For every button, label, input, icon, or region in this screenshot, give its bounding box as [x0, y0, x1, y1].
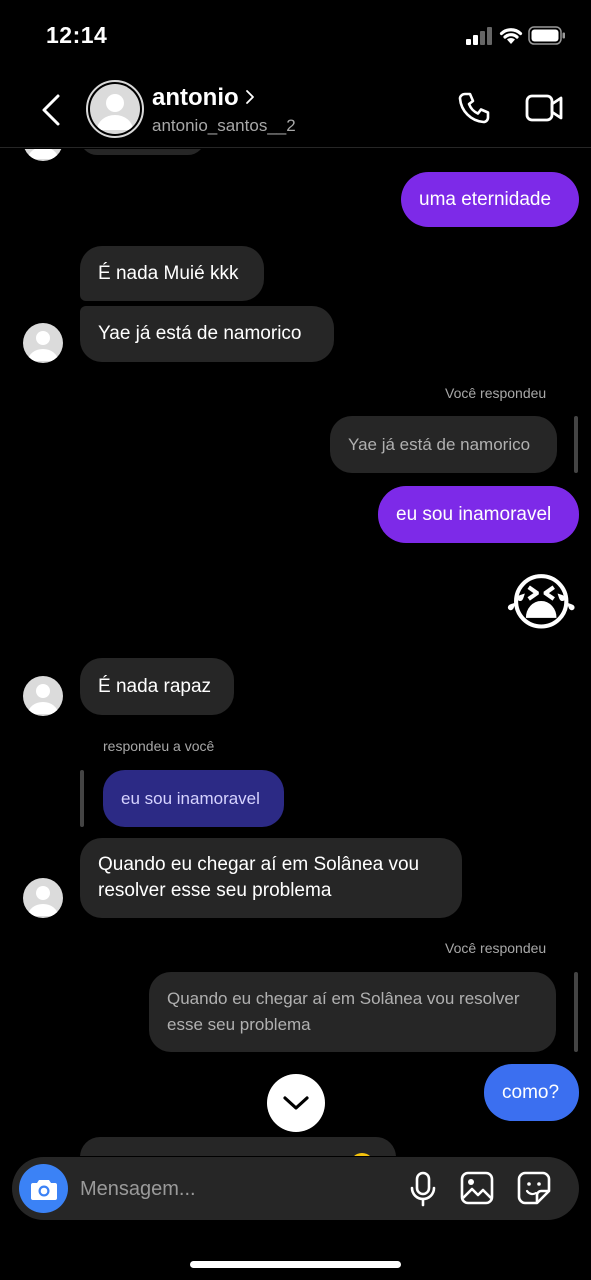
status-time: 12:14	[46, 22, 108, 48]
contact-avatar-small[interactable]	[23, 878, 63, 918]
quote-text-line: esse seu problema	[167, 1015, 311, 1034]
quoted-message[interactable]: eu sou inamoravel	[103, 770, 284, 827]
microphone-icon[interactable]	[410, 1171, 436, 1207]
message-bubble-incoming[interactable]	[80, 149, 205, 155]
back-arrow-icon[interactable]	[36, 90, 68, 130]
cellular-signal-icon	[466, 27, 494, 45]
home-indicator[interactable]	[190, 1261, 401, 1268]
message-bubble-incoming[interactable]: Yae já está de namorico	[80, 306, 334, 362]
phone-call-icon[interactable]	[456, 90, 492, 126]
message-text-line: resolver esse seu problema	[98, 880, 332, 901]
gallery-icon[interactable]	[460, 1171, 494, 1205]
battery-icon	[528, 26, 565, 45]
message-bubble-outgoing[interactable]: como?	[484, 1064, 579, 1121]
wifi-icon	[499, 28, 523, 44]
quote-text-line: Quando eu chegar aí em Solânea vou resol…	[167, 989, 520, 1008]
contact-name[interactable]: antonio	[152, 84, 239, 112]
message-input[interactable]	[80, 1173, 400, 1205]
default-avatar-icon	[90, 84, 140, 134]
message-thread[interactable]: uma eternidade É nada Muié kkk Yae já es…	[0, 149, 591, 1156]
message-bubble-outgoing[interactable]: uma eternidade	[401, 172, 579, 227]
video-call-icon[interactable]	[524, 92, 564, 124]
message-bubble-incoming[interactable]	[80, 1137, 396, 1156]
message-bubble-incoming[interactable]: Quando eu chegar aí em Solânea vou resol…	[80, 838, 462, 918]
contact-avatar-small	[23, 149, 63, 161]
message-composer	[12, 1157, 579, 1220]
scroll-to-latest-button[interactable]	[267, 1074, 325, 1132]
reply-caption: Você respondeu	[445, 385, 547, 401]
chevron-down-icon	[283, 1096, 309, 1110]
message-bubble-incoming[interactable]: É nada Muié kkk	[80, 246, 264, 301]
message-bubble-outgoing[interactable]: eu sou inamoravel	[378, 486, 579, 543]
message-bubble-incoming[interactable]: É nada rapaz	[80, 658, 234, 715]
contact-avatar[interactable]	[86, 80, 144, 138]
camera-button[interactable]	[19, 1164, 68, 1213]
reply-caption: Você respondeu	[445, 940, 547, 956]
status-bar: 12:14	[0, 0, 591, 70]
emoji-message[interactable]: 😭	[505, 569, 577, 639]
chevron-right-icon[interactable]	[244, 88, 256, 106]
contact-avatar-small[interactable]	[23, 676, 63, 716]
reply-indicator-bar	[574, 416, 578, 473]
contact-username[interactable]: antonio_santos__2	[152, 116, 296, 136]
reply-indicator-bar	[80, 770, 84, 827]
reply-caption: respondeu a você	[103, 738, 215, 754]
sticker-icon[interactable]	[517, 1171, 551, 1205]
reply-indicator-bar	[574, 972, 578, 1052]
quoted-message[interactable]: Yae já está de namorico	[330, 416, 557, 473]
message-text-line: Quando eu chegar aí em Solânea vou	[98, 854, 420, 875]
chat-header: antonio antonio_santos__2	[0, 72, 591, 148]
camera-icon	[30, 1179, 57, 1200]
quoted-message[interactable]: Quando eu chegar aí em Solânea vou resol…	[149, 972, 556, 1052]
contact-avatar-small[interactable]	[23, 323, 63, 363]
